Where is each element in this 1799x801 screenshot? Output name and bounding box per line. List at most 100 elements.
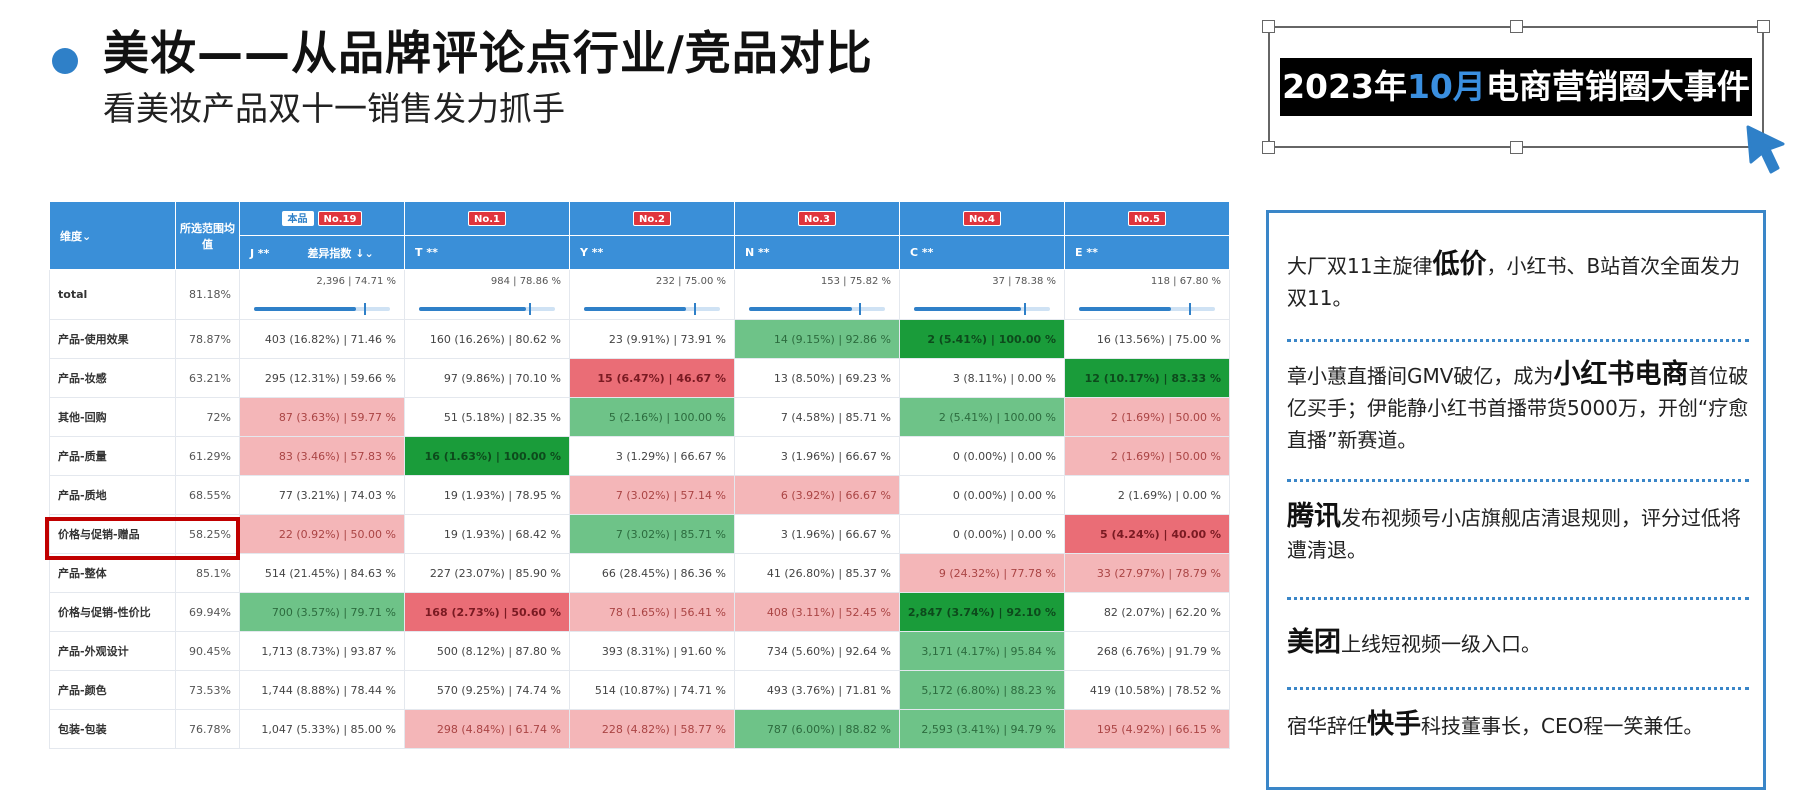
highlight-box — [45, 517, 240, 560]
table-row: 产品-外观设计 90.45% 1,713 (8.73%) | 93.87 % 500 … — [49, 631, 1230, 671]
total-value: 2,396 | 74.71 % — [316, 276, 396, 287]
brand-rank-header: No.2 — [569, 201, 735, 236]
table-row: 产品-颜色 73.53% 1,744 (8.88%) | 78.44 % 570 (9… — [49, 670, 1230, 710]
event-title-text: 电商营销圈大事件 — [1485, 67, 1750, 106]
data-cell: 77 (3.21%) | 74.03 % — [239, 475, 405, 515]
title-bullet — [52, 48, 78, 74]
data-cell: 700 (3.57%) | 79.71 % — [239, 592, 405, 632]
data-cell: 3 (1.96%) | 66.67 % — [734, 514, 900, 554]
data-cell: 97 (9.86%) | 70.10 % — [404, 358, 570, 398]
rank-tag: No.19 — [317, 211, 363, 226]
resize-handle-top-left[interactable] — [1262, 20, 1275, 33]
row-label: 产品-质地 — [49, 475, 176, 515]
data-cell: 2,593 (3.41%) | 94.79 % — [899, 709, 1065, 749]
data-cell: 168 (2.73%) | 50.60 % — [404, 592, 570, 632]
row-avg: 78.87% — [175, 319, 240, 359]
total-cell: 37 | 78.38 % — [899, 269, 1065, 320]
progress-bar — [584, 303, 720, 315]
brand-name-header: N ** — [734, 235, 900, 270]
total-value: 984 | 78.86 % — [490, 276, 561, 287]
resize-handle-top-right[interactable] — [1757, 20, 1770, 33]
row-label: 产品-使用效果 — [49, 319, 176, 359]
brand-rank-header: 本品 No.19 — [239, 201, 405, 236]
row-avg: 76.78% — [175, 709, 240, 749]
data-cell: 2 (1.69%) | 0.00 % — [1064, 475, 1230, 515]
page-title: 美妆——从品牌评论点行业/竞品对比 — [103, 22, 873, 84]
data-cell: 1,047 (5.33%) | 85.00 % — [239, 709, 405, 749]
news-keyword: 低价 — [1432, 249, 1487, 280]
data-cell: 298 (4.84%) | 61.74 % — [404, 709, 570, 749]
resize-handle-bottom-left[interactable] — [1262, 141, 1275, 154]
divider — [1287, 597, 1749, 600]
rank-tag: No.1 — [468, 211, 506, 226]
progress-fill — [749, 307, 853, 311]
data-cell: 14 (9.15%) | 92.86 % — [734, 319, 900, 359]
divider — [1287, 687, 1749, 690]
news-item: 宿华辞任快手科技董事长，CEO程一笑兼任。 — [1287, 709, 1704, 740]
event-title-month: 10月 — [1406, 67, 1486, 106]
data-cell: 0 (0.00%) | 0.00 % — [899, 475, 1065, 515]
event-title-year: 2023年 — [1282, 67, 1407, 106]
data-cell: 2 (1.69%) | 50.00 % — [1064, 436, 1230, 476]
table-row: 产品-质地 68.55% 77 (3.21%) | 74.03 % 19 (1.93%… — [49, 475, 1230, 515]
data-cell: 570 (9.25%) | 74.74 % — [404, 670, 570, 710]
total-value: 232 | 75.00 % — [655, 276, 726, 287]
dim-header[interactable]: 维度⌄ — [49, 201, 176, 270]
data-cell: 3 (1.29%) | 66.67 % — [569, 436, 735, 476]
progress-bar — [254, 303, 390, 315]
comparison-table: 维度⌄ 所选范围均值 本品 No.19 No.1 No.2 No.3 No.4 N… — [49, 201, 1230, 761]
avg-marker — [1024, 303, 1027, 315]
data-cell: 227 (23.07%) | 85.90 % — [404, 553, 570, 593]
row-label: 产品-颜色 — [49, 670, 176, 710]
resize-handle-top-middle[interactable] — [1510, 20, 1523, 33]
data-cell: 493 (3.76%) | 71.81 % — [734, 670, 900, 710]
data-cell: 19 (1.93%) | 78.95 % — [404, 475, 570, 515]
data-cell: 3,171 (4.17%) | 95.84 % — [899, 631, 1065, 671]
data-cell: 19 (1.93%) | 68.42 % — [404, 514, 570, 554]
progress-fill — [254, 307, 356, 311]
data-cell: 7 (3.02%) | 57.14 % — [569, 475, 735, 515]
total-value: 118 | 67.80 % — [1150, 276, 1221, 287]
data-cell: 87 (3.63%) | 59.77 % — [239, 397, 405, 437]
data-cell: 403 (16.82%) | 71.46 % — [239, 319, 405, 359]
resize-handle-bottom-middle[interactable] — [1510, 141, 1523, 154]
data-cell: 195 (4.92%) | 66.15 % — [1064, 709, 1230, 749]
row-label: 包装-包装 — [49, 709, 176, 749]
news-keyword: 小红书电商 — [1553, 359, 1689, 390]
data-cell: 500 (8.12%) | 87.80 % — [404, 631, 570, 671]
event-title-selection[interactable]: 2023年10月电商营销圈大事件 — [1262, 20, 1770, 154]
data-cell: 5,172 (6.80%) | 88.23 % — [899, 670, 1065, 710]
row-label: total — [49, 269, 176, 320]
brand-rank-header: No.1 — [404, 201, 570, 236]
data-cell: 5 (4.24%) | 40.00 % — [1064, 514, 1230, 554]
avg-marker — [529, 303, 532, 315]
table-row-total: total 81.18% 2,396 | 74.71 % 984 | 78.86 … — [49, 269, 1230, 320]
data-cell: 12 (10.17%) | 83.33 % — [1064, 358, 1230, 398]
row-label: 产品-质量 — [49, 436, 176, 476]
rank-tag: No.2 — [633, 211, 671, 226]
data-cell: 787 (6.00%) | 88.82 % — [734, 709, 900, 749]
diff-index-sort[interactable]: 差异指数 ↓⌄ — [307, 247, 373, 260]
table-row: 包装-包装 76.78% 1,047 (5.33%) | 85.00 % 298 (4… — [49, 709, 1230, 749]
progress-fill — [584, 307, 686, 311]
brand-name: J ** — [250, 246, 270, 260]
progress-bar — [749, 303, 885, 315]
news-keyword: 腾讯 — [1287, 501, 1341, 532]
table-row: 其他-回购 72% 87 (3.63%) | 59.77 % 51 (5.18%) |… — [49, 397, 1230, 437]
rank-tag: No.5 — [1128, 211, 1166, 226]
table-row: 产品-使用效果 78.87% 403 (16.82%) | 71.46 % 160 (… — [49, 319, 1230, 359]
data-cell: 41 (26.80%) | 85.37 % — [734, 553, 900, 593]
progress-bar — [1079, 303, 1215, 315]
brand-name-header: E ** — [1064, 235, 1230, 270]
data-cell: 2 (5.41%) | 100.00 % — [899, 397, 1065, 437]
progress-fill — [419, 307, 527, 311]
data-cell: 419 (10.58%) | 78.52 % — [1064, 670, 1230, 710]
row-avg: 61.29% — [175, 436, 240, 476]
data-cell: 3 (8.11%) | 0.00 % — [899, 358, 1065, 398]
title-block: 美妆——从品牌评论点行业/竞品对比 看美妆产品双十一销售发力抓手 — [103, 22, 873, 132]
brand-name-header: J ** 差异指数 ↓⌄ — [239, 235, 405, 270]
total-cell: 984 | 78.86 % — [404, 269, 570, 320]
data-cell: 16 (1.63%) | 100.00 % — [404, 436, 570, 476]
page-subtitle: 看美妆产品双十一销售发力抓手 — [103, 89, 565, 128]
total-value: 153 | 75.82 % — [820, 276, 891, 287]
